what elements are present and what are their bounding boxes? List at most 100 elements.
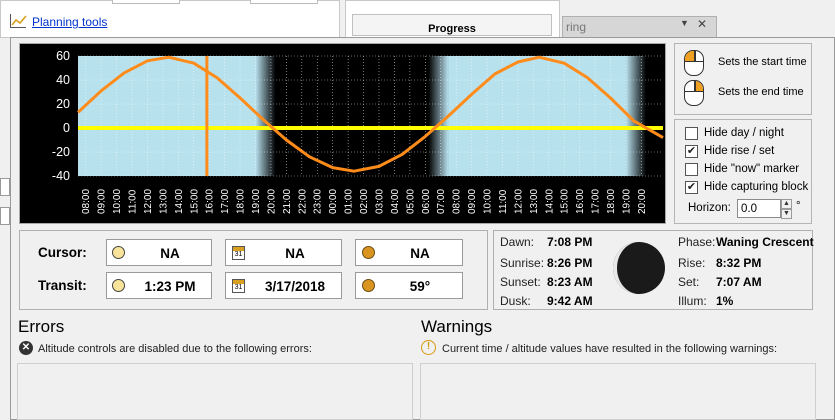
cursor-label: Cursor: <box>38 245 87 260</box>
hide-now-marker-label: Hide "now" marker <box>704 163 800 175</box>
x-tick-label: 07:00 <box>436 189 447 214</box>
horizon-label: Horizon: <box>688 202 731 214</box>
warnings-title: Warnings <box>421 317 493 336</box>
x-tick-label: 15:00 <box>189 189 200 214</box>
calendar-icon: 31 <box>232 246 245 260</box>
transit-date-value: 3/17/2018 <box>264 279 326 294</box>
moon-phase-icon <box>611 240 667 296</box>
planning-tools-link[interactable]: Planning tools <box>32 15 107 29</box>
x-tick-label: 12:00 <box>143 189 154 214</box>
cursor-time-value: NA <box>160 246 180 261</box>
dawn-label: Dawn: <box>500 235 535 249</box>
sunset-label: Sunset: <box>500 275 541 289</box>
x-tick-label: 18:00 <box>606 189 617 214</box>
x-tick-label: 19:00 <box>621 189 632 214</box>
rise-value: 8:32 PM <box>716 256 762 270</box>
x-tick-label: 10:00 <box>483 189 494 214</box>
horizon-input[interactable] <box>737 199 781 218</box>
transit-time-cell: 1:23 PM <box>106 272 212 299</box>
x-tick-label: 02:00 <box>359 189 370 214</box>
dusk-value: 9:42 AM <box>547 294 593 308</box>
sunrise-value: 8:26 PM <box>547 256 593 270</box>
x-tick-label: 22:00 <box>297 189 308 214</box>
hide-capturing-block-label: Hide capturing block <box>704 181 809 193</box>
x-tick-label: 17:00 <box>220 189 231 214</box>
y-tick-label: 40 <box>56 73 70 87</box>
hide-day-night-label: Hide day / night <box>704 127 784 139</box>
x-tick-label: 12:00 <box>513 189 524 214</box>
start-time-hint: Sets the start time <box>718 56 807 68</box>
globe-icon <box>362 279 375 292</box>
x-tick-label: 20:00 <box>637 189 648 214</box>
side-panel-title: ring <box>566 20 587 34</box>
x-tick-label: 16:00 <box>575 189 586 214</box>
x-tick-label: 20:00 <box>266 189 277 214</box>
set-value: 7:07 AM <box>716 275 762 289</box>
cursor-date-value: NA <box>285 246 305 261</box>
phase-label: Phase: <box>678 235 716 249</box>
bg-field-1 <box>112 0 180 4</box>
cursor-date-cell: 31 NA <box>225 239 342 266</box>
hide-rise-set-checkbox[interactable]: ✔ <box>685 145 698 158</box>
hide-capturing-block-checkbox[interactable]: ✔ <box>685 181 698 194</box>
x-tick-label: 14:00 <box>544 189 555 214</box>
y-tick-label: 60 <box>56 49 70 63</box>
transit-time-value: 1:23 PM <box>144 279 196 294</box>
twilight-gradient <box>428 56 449 176</box>
globe-icon <box>362 246 375 259</box>
transit-label: Transit: <box>38 278 87 293</box>
x-tick-label: 15:00 <box>560 189 571 214</box>
set-label: Set: <box>678 275 700 289</box>
end-time-hint: Sets the end time <box>718 86 804 98</box>
hide-now-marker-checkbox[interactable] <box>685 163 698 176</box>
warning-icon: ! <box>421 340 436 355</box>
dusk-label: Dusk: <box>500 294 531 308</box>
bg-field-2 <box>250 0 318 4</box>
errors-list[interactable] <box>17 363 413 420</box>
x-tick-label: 09:00 <box>467 189 478 214</box>
errors-title: Errors <box>18 317 65 336</box>
x-tick-label: 03:00 <box>374 189 385 214</box>
left-click-mouse-icon <box>684 50 704 76</box>
transit-alt-cell: 59° <box>355 272 463 299</box>
horizon-down-button[interactable]: ▼ <box>781 209 792 219</box>
x-tick-label: 14:00 <box>174 189 185 214</box>
x-tick-label: 09:00 <box>97 189 108 214</box>
y-tick-label: 0 <box>63 121 70 135</box>
left-edge-control-2 <box>0 207 10 225</box>
hide-day-night-checkbox[interactable] <box>685 127 698 140</box>
x-tick-label: 21:00 <box>282 189 293 214</box>
sunset-value: 8:23 AM <box>547 275 593 289</box>
altitude-chart[interactable]: 08:00 09:00 10:00 11:00 12:00 13:00 14:00 15:00… <box>19 43 666 224</box>
altitude-chart-svg[interactable]: 08:00 09:00 10:00 11:00 12:00 13:00 14:00 15:00… <box>20 44 665 223</box>
x-tick-label: 16:00 <box>205 189 216 214</box>
x-tick-label: 11:00 <box>498 189 509 214</box>
x-tick-label: 01:00 <box>344 189 355 214</box>
daylight-band <box>448 56 626 176</box>
x-tick-label: 19:00 <box>251 189 262 214</box>
errors-message: Altitude controls are disabled due to th… <box>38 343 312 355</box>
y-tick-label: 20 <box>56 97 70 111</box>
warnings-list[interactable] <box>420 363 816 420</box>
x-tick-label: 18:00 <box>236 189 247 214</box>
progress-tab[interactable]: Progress <box>352 14 552 36</box>
dropdown-arrow-icon[interactable]: ▼ <box>680 18 689 28</box>
close-icon[interactable]: ✕ <box>697 17 707 31</box>
clock-icon <box>112 246 125 259</box>
x-tick-label: 08:00 <box>81 189 92 214</box>
dawn-value: 7:08 PM <box>547 235 593 249</box>
warnings-message: Current time / altitude values have resu… <box>442 343 778 355</box>
left-edge-control-1 <box>0 178 10 196</box>
horizon-unit: ° <box>796 200 801 212</box>
x-tick-label: 11:00 <box>128 189 139 214</box>
x-tick-label: 23:00 <box>313 189 324 214</box>
hide-rise-set-label: Hide rise / set <box>704 145 775 157</box>
chart-tool-icon <box>10 14 27 28</box>
x-tick-label: 06:00 <box>421 189 432 214</box>
x-tick-label: 05:00 <box>405 189 416 214</box>
horizon-up-button[interactable]: ▲ <box>781 199 792 209</box>
cursor-alt-cell: NA <box>355 239 463 266</box>
y-tick-label: -40 <box>52 169 70 183</box>
rise-label: Rise: <box>678 256 706 270</box>
phase-value: Waning Crescent <box>716 235 814 249</box>
